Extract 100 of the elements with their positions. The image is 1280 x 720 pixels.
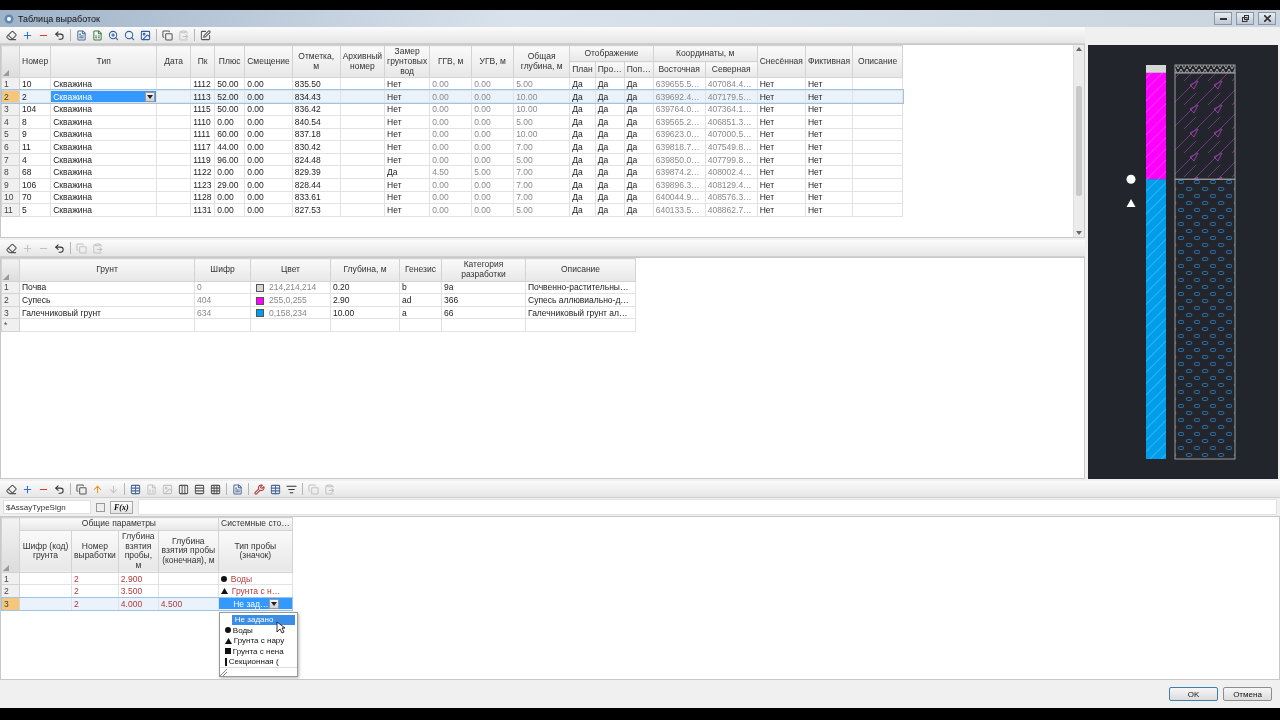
column-header[interactable]: Глубина взятия пробы (конечная), м <box>158 530 219 573</box>
column-header[interactable]: Отметка, м <box>292 45 341 78</box>
column-name-field[interactable]: $AssayTypeSign <box>3 500 91 514</box>
column-header[interactable]: УГВ, м <box>471 45 514 78</box>
restore-button[interactable] <box>1236 12 1254 25</box>
table-cell: Нет <box>805 103 853 116</box>
table-cell: Да <box>569 128 596 141</box>
column-header[interactable]: Цвет <box>250 258 331 282</box>
table-cell: Нет <box>757 203 806 217</box>
column-header[interactable]: Номер выработки <box>71 530 119 573</box>
ok-button[interactable]: OK <box>1169 687 1218 701</box>
document-icon[interactable] <box>76 29 87 41</box>
zoom-in-icon[interactable] <box>108 29 119 41</box>
document-icon[interactable] <box>232 483 243 495</box>
column-header[interactable]: Грунт <box>19 258 195 282</box>
image-icon[interactable] <box>140 29 151 41</box>
formula-input[interactable] <box>137 499 1277 515</box>
column-header[interactable]: Описание <box>852 45 903 78</box>
column-header[interactable]: ГГВ, м <box>429 45 472 78</box>
rows-icon[interactable] <box>194 483 205 495</box>
column-header[interactable]: Шифр (код) грунта <box>19 530 72 573</box>
column-header[interactable]: Тип <box>50 45 157 78</box>
table-icon[interactable] <box>130 483 141 495</box>
checkbox-icon[interactable] <box>96 502 105 512</box>
filter-icon[interactable] <box>286 483 297 495</box>
table-cell: 7.00 <box>513 178 570 192</box>
scrollbar-thumb[interactable] <box>1076 86 1082 196</box>
plus-icon[interactable] <box>22 483 33 495</box>
column-header[interactable]: Глубина взятия пробы, м <box>118 530 159 573</box>
formula-button[interactable]: F(x) <box>110 500 133 514</box>
plus-icon[interactable] <box>22 29 33 41</box>
spreadsheet-icon[interactable] <box>92 29 103 41</box>
dropdown-option[interactable]: Воды <box>221 625 295 636</box>
eraser-icon[interactable] <box>6 242 17 254</box>
table-cell: 0.00 <box>244 191 293 204</box>
column-header[interactable]: Глубина, м <box>330 258 400 282</box>
minimize-button[interactable] <box>1214 12 1232 25</box>
dropdown-option[interactable]: Грунта с нена <box>221 646 295 657</box>
column-header[interactable]: Смещение <box>244 45 293 78</box>
table-icon[interactable] <box>270 483 281 495</box>
table-cell: 407364.1… <box>705 103 758 116</box>
grid-icon[interactable] <box>210 483 221 495</box>
column-header[interactable]: Категория разработки <box>441 258 526 282</box>
column-header[interactable]: Номер <box>19 45 51 78</box>
table-cell: 634 <box>194 306 251 319</box>
columns-icon[interactable] <box>178 483 189 495</box>
dropdown-option[interactable]: Грунта с нару <box>221 635 295 647</box>
column-header[interactable]: Фиктивная <box>805 45 853 78</box>
undo-icon[interactable] <box>54 483 65 495</box>
table-cell: Нет <box>384 90 430 103</box>
table-cell: 0.00 <box>429 103 472 116</box>
table-cell: 0.00 <box>244 103 293 116</box>
table-cell: 639850.0… <box>653 153 706 166</box>
table-cell: 4 <box>19 153 51 166</box>
scroll-up-icon[interactable] <box>1076 47 1082 51</box>
table-cell: 836.42 <box>292 103 341 116</box>
column-header[interactable]: Генезис <box>399 258 442 282</box>
table-cell: 10.00 <box>513 90 570 103</box>
search-icon[interactable] <box>124 29 135 41</box>
vertical-scrollbar[interactable] <box>1073 45 1084 237</box>
dropdown-option[interactable]: Секционная ( <box>221 656 295 668</box>
edit-icon[interactable] <box>200 29 211 41</box>
table-cell: 0.00 <box>429 115 472 129</box>
table-cell: Галечниковый грунт <box>19 306 195 319</box>
table-cell: 0.00 <box>471 90 514 103</box>
column-header[interactable]: Архивный номер <box>340 45 385 78</box>
column-header[interactable]: Пк <box>190 45 215 78</box>
column-header[interactable]: Плюс <box>214 45 245 78</box>
close-button[interactable] <box>1258 12 1276 25</box>
table-cell: 640044.9… <box>653 191 706 204</box>
undo-icon[interactable] <box>54 242 65 254</box>
eraser-icon[interactable] <box>6 29 17 41</box>
table-cell: 5.00 <box>471 165 514 179</box>
undo-icon[interactable] <box>54 29 65 41</box>
column-header[interactable]: Дата <box>156 45 191 78</box>
table-cell: 0.00 <box>244 165 293 179</box>
row-number[interactable]: 3 <box>1 597 20 611</box>
column-header[interactable]: Общая глубина, м <box>513 45 570 78</box>
table-cell: 1119 <box>190 153 215 166</box>
copy-icon[interactable] <box>162 29 173 41</box>
copy-icon[interactable] <box>76 483 87 495</box>
table-cell: 408002.4… <box>705 165 758 179</box>
resize-grip-icon[interactable] <box>219 669 228 677</box>
table-cell: 0.00 <box>429 90 472 103</box>
scroll-down-icon[interactable] <box>1076 231 1082 235</box>
table-cell: Почвенно-растительны… <box>525 281 636 294</box>
table-cell: 5 <box>19 203 51 217</box>
column-header[interactable]: Замер грунтовых вод <box>384 45 430 78</box>
table-cell: 0.00 <box>429 128 472 141</box>
column-header[interactable]: Снесённая <box>757 45 806 78</box>
table-cell: Нет <box>805 165 853 179</box>
table-cell: 0.00 <box>244 115 293 129</box>
column-header[interactable]: Шифр <box>194 258 251 282</box>
table-cell: 0.00 <box>471 203 514 217</box>
column-header[interactable]: Описание <box>525 258 636 282</box>
cancel-button[interactable]: Отмена <box>1223 687 1272 701</box>
column-header[interactable]: Тип пробы (значок) <box>218 530 293 573</box>
wrench-icon[interactable] <box>254 483 265 495</box>
eraser-icon[interactable] <box>6 483 17 495</box>
table-cell: 5.00 <box>513 153 570 166</box>
